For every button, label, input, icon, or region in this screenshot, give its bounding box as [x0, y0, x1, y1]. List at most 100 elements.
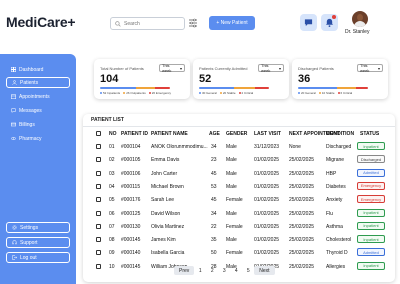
cell-condition: Asthma: [326, 223, 343, 230]
table-row[interactable]: 03 #000106 John Carter 45 Male 01/02/2025 25/0…: [83, 168, 395, 180]
cell-name: Michael Brown: [151, 183, 184, 190]
sidebar-item-pharmacy[interactable]: Pharmacy: [6, 133, 70, 144]
cell-condition: Discharged: [326, 144, 352, 150]
sidebar-item-label: Billings: [19, 121, 35, 128]
legend-item: 20 Stable: [219, 91, 236, 95]
legend-dot: [318, 92, 321, 94]
chevron-down-icon: ▾: [377, 65, 380, 71]
row-checkbox[interactable]: [96, 223, 101, 229]
table-row[interactable]: 07 #000130 Olivia Martinez 22 Female 01/02/20…: [83, 221, 395, 233]
next-page-button[interactable]: Next: [254, 266, 275, 275]
new-patient-button[interactable]: + New Patient: [209, 16, 255, 30]
cell-age: 35: [211, 237, 217, 244]
row-checkbox[interactable]: [96, 183, 101, 189]
cell-name: David Wilson: [151, 210, 181, 217]
gear-icon: [12, 225, 17, 230]
cell-name: Emma Davis: [151, 157, 180, 164]
cell-age: 23: [211, 157, 217, 164]
row-checkbox[interactable]: [96, 170, 101, 176]
row-checkbox[interactable]: [96, 237, 101, 243]
table-row[interactable]: 06 #000125 David Wilson 34 Male 01/02/2025 25/…: [83, 208, 395, 220]
cell-next: 25/02/2025: [289, 263, 315, 270]
cell-age: 34: [211, 210, 217, 217]
cell-no: 05: [109, 197, 115, 204]
row-checkbox[interactable]: [96, 144, 101, 149]
notifications-button[interactable]: [321, 14, 338, 31]
cell-id: #000104: [121, 144, 141, 150]
settings-button[interactable]: Settings: [6, 222, 70, 233]
sidebar-item-appointments[interactable]: Appointments: [6, 91, 70, 102]
legend-item: 20 General: [298, 91, 316, 95]
table-row[interactable]: 02 #000105 Emma Davis 23 Male 01/02/2025 25/02…: [83, 154, 395, 166]
avatar[interactable]: [352, 11, 368, 27]
legend-label: 30 General: [202, 91, 217, 95]
cell-id: #000115: [121, 183, 141, 190]
legend-dot: [100, 92, 102, 94]
user-name: Dr. Stanley: [345, 29, 370, 35]
table-row[interactable]: 05 #000176 Sarah Lee 45 Female 01/02/2025 25/0…: [83, 194, 395, 206]
bar-segment: [336, 87, 357, 89]
prev-page-button[interactable]: Prev: [174, 266, 195, 275]
card-legend: 52 Inpatients 26 Outpatients 26 Emergency: [100, 91, 174, 95]
users-icon: [12, 80, 17, 85]
column-header: PATIENT ID: [121, 131, 149, 137]
range-dropdown[interactable]: This week ▾: [357, 63, 383, 73]
range-dropdown[interactable]: This week ▾: [258, 63, 284, 73]
table-row[interactable]: 04 #000115 Michael Brown 53 Male 01/02/2025 25…: [83, 181, 395, 193]
sidebar-item-patients[interactable]: Patients: [6, 77, 70, 88]
page-number[interactable]: 4: [230, 268, 242, 274]
status-badge: Admitted: [357, 248, 385, 257]
column-header: LAST VISIT: [254, 131, 281, 137]
sidebar-item-label: Dashboard: [19, 66, 44, 73]
cell-last: 01/02/2025: [254, 223, 280, 230]
sidebar-item-messages[interactable]: Messages: [6, 105, 70, 116]
cell-age: 45: [211, 197, 217, 204]
filter-icon[interactable]: [189, 18, 197, 28]
table-row[interactable]: 09 #000140 Isabella Garcia 50 Female 01/02/20…: [83, 247, 395, 259]
status-badge: Inpatient: [357, 221, 385, 230]
page-number[interactable]: 3: [218, 268, 230, 274]
pill-icon: [11, 137, 16, 140]
search-input[interactable]: [124, 20, 184, 27]
logout-label: Log out: [20, 254, 37, 261]
cell-next: 25/02/2025: [289, 237, 315, 244]
row-checkbox[interactable]: [96, 157, 101, 163]
legend-dot: [123, 92, 126, 94]
search-box[interactable]: [110, 17, 185, 30]
legend-label: 10 Stable: [321, 91, 335, 95]
page-number[interactable]: 1: [194, 268, 206, 274]
table-row[interactable]: 01 #000104 ANOK Olorunmmodimu... 34 Male 31/1…: [83, 141, 395, 153]
select-all-checkbox[interactable]: [96, 131, 101, 136]
sidebar-item-billings[interactable]: Billings: [6, 119, 70, 130]
cell-last: 01/02/2025: [254, 170, 280, 177]
row-checkbox[interactable]: [96, 210, 101, 216]
cell-gender: Female: [226, 250, 243, 257]
support-button[interactable]: Support: [6, 237, 70, 248]
legend-item: 10 Stable: [318, 91, 335, 95]
range-value: This week: [162, 63, 172, 73]
page-number[interactable]: 2: [206, 268, 218, 274]
row-checkbox[interactable]: [96, 250, 101, 256]
table-row[interactable]: 08 #000145 James Kim 35 Male 01/02/2025 25/02/…: [83, 234, 395, 246]
logout-button[interactable]: Log out: [6, 252, 70, 263]
legend-dot: [337, 92, 340, 94]
cell-last: 01/02/2025: [254, 210, 280, 217]
status-badge: Inpatient: [357, 208, 385, 217]
legend-item: 6 Critical: [337, 91, 352, 95]
sidebar-item-label: Pharmacy: [19, 135, 42, 142]
sidebar-item-dashboard[interactable]: Dashboard: [6, 64, 70, 75]
cell-id: #000130: [121, 223, 141, 230]
cell-condition: HBP: [326, 170, 337, 177]
messages-button[interactable]: [300, 14, 317, 31]
distribution-bar: [199, 87, 269, 89]
cell-last: 01/02/2025: [254, 157, 280, 164]
cell-no: 10: [109, 263, 115, 270]
range-dropdown[interactable]: This week ▾: [159, 63, 185, 73]
row-checkbox[interactable]: [96, 197, 101, 203]
cell-condition: Allergies: [326, 263, 346, 270]
headset-icon: [12, 240, 17, 245]
page-number[interactable]: 5: [242, 268, 254, 274]
card-title: Discharged Patients: [298, 66, 334, 71]
row-checkbox[interactable]: [96, 263, 101, 269]
legend-label: 26 Emergency: [151, 91, 172, 95]
